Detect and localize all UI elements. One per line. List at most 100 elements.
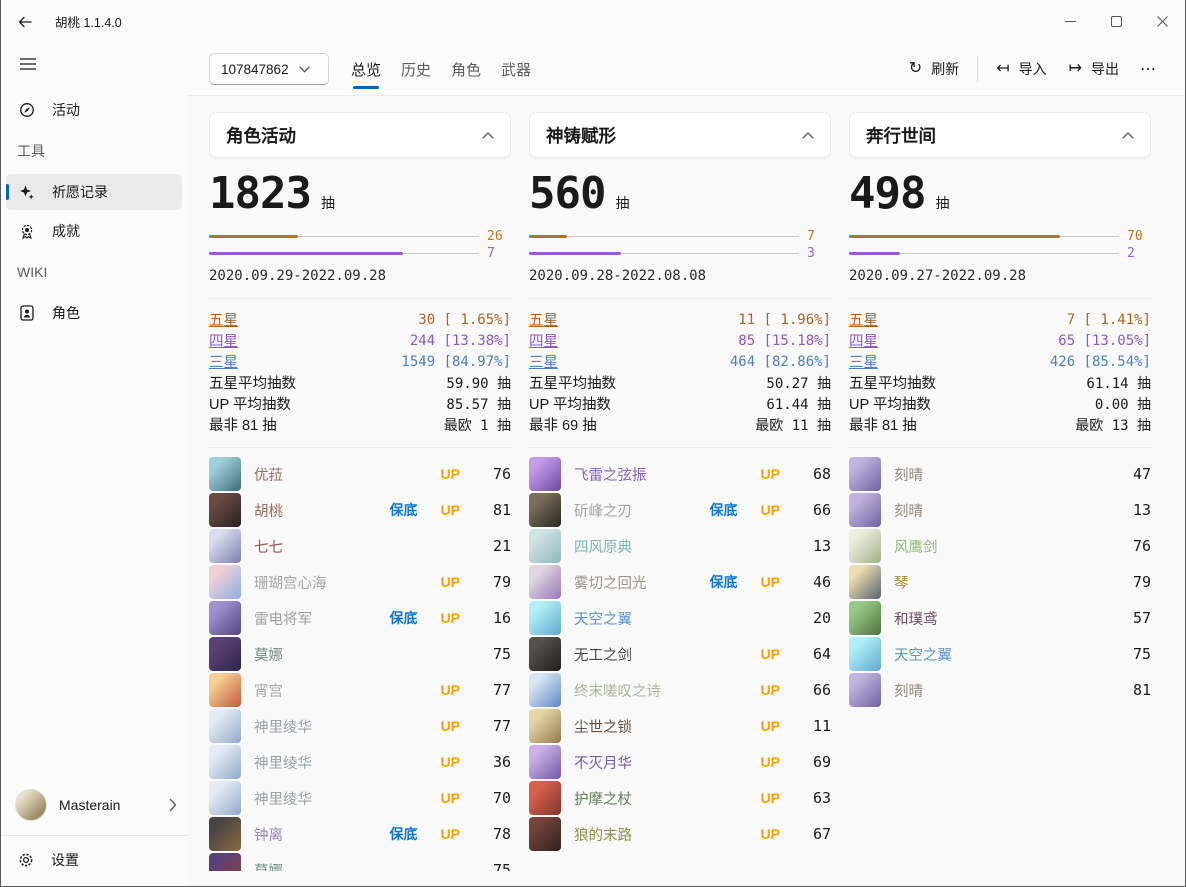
rarity-link[interactable]: 五星: [209, 309, 418, 330]
list-item[interactable]: 刻晴13: [849, 492, 1151, 528]
average-stat-row: 五星平均抽数61.14 抽: [849, 372, 1151, 393]
pity-badge: 保底: [390, 608, 418, 628]
list-item[interactable]: 天空之翼75: [849, 636, 1151, 672]
sidebar-item-settings[interactable]: 设置: [1, 840, 187, 880]
list-item[interactable]: 琴79: [849, 564, 1151, 600]
list-item[interactable]: 神里绫华UP36: [209, 744, 511, 780]
rarity-link[interactable]: 四星: [849, 330, 1058, 351]
gauge-fill: [849, 252, 900, 255]
up-badge: UP: [761, 718, 780, 734]
rarity-value: 85 [15.18%]: [738, 333, 831, 349]
list-item[interactable]: 风鹰剑76: [849, 528, 1151, 564]
more-button[interactable]: ⋯: [1130, 53, 1167, 85]
item-avatar: [529, 745, 561, 779]
worst-pull-label: 最非 81 抽: [849, 414, 1075, 435]
worst-pull-label: 最非 81 抽: [209, 414, 444, 435]
user-account-row[interactable]: Masterain: [1, 779, 187, 831]
import-button[interactable]: ↤ 导入: [985, 53, 1057, 85]
item-avatar: [849, 565, 881, 599]
item-count: 36: [483, 753, 511, 771]
stats-block: 五星30 [ 1.65%]四星244 [13.38%]三星1549 [84.97…: [209, 309, 511, 435]
list-item[interactable]: 护摩之杖UP63: [529, 780, 831, 816]
up-badge: UP: [761, 754, 780, 770]
list-item[interactable]: 珊瑚宫心海UP79: [209, 564, 511, 600]
list-item[interactable]: 刻晴81: [849, 672, 1151, 708]
rarity-link[interactable]: 四星: [209, 330, 410, 351]
sidebar-item-characters[interactable]: 角色: [6, 295, 182, 331]
list-item[interactable]: 雾切之回光保底UP46: [529, 564, 831, 600]
sidebar-item-achievements[interactable]: 成就: [6, 213, 182, 249]
minimize-icon: [1065, 16, 1076, 27]
item-name: 刻晴: [894, 464, 1100, 485]
tab-history[interactable]: 历史: [399, 43, 433, 95]
main-area: 107847862 总览 历史 角色 武器 ↻ 刷新 ↤ 导入 ↦ 导出: [187, 43, 1185, 886]
pity-badge: 保底: [390, 824, 418, 844]
list-item[interactable]: 尘世之锁UP11: [529, 708, 831, 744]
tab-overview[interactable]: 总览: [349, 43, 383, 95]
up-badge: UP: [441, 718, 460, 734]
list-item[interactable]: 刻晴47: [849, 456, 1151, 492]
maximize-button[interactable]: [1093, 4, 1139, 40]
divider: [529, 298, 831, 299]
list-item[interactable]: 七七21: [209, 528, 511, 564]
item-count: 77: [483, 717, 511, 735]
item-count: 75: [483, 645, 511, 663]
divider: [529, 447, 831, 448]
list-item[interactable]: 宵宫UP77: [209, 672, 511, 708]
list-item[interactable]: 莫娜75: [209, 636, 511, 672]
item-name: 斫峰之刃: [574, 500, 687, 521]
back-button[interactable]: [9, 6, 41, 38]
list-item[interactable]: 优菈UP76: [209, 456, 511, 492]
rarity-link[interactable]: 四星: [529, 330, 738, 351]
close-button[interactable]: [1139, 4, 1185, 40]
list-item[interactable]: 钟离保底UP78: [209, 816, 511, 852]
list-item[interactable]: 雷电将军保底UP16: [209, 600, 511, 636]
gauge-value: 7: [807, 229, 831, 244]
up-badge: UP: [761, 826, 780, 842]
list-item[interactable]: 四风原典13: [529, 528, 831, 564]
item-name: 雷电将军: [254, 608, 367, 629]
banner-title: 奔行世间: [866, 123, 1122, 148]
list-item[interactable]: 不灭月华UP69: [529, 744, 831, 780]
banner-title: 角色活动: [226, 123, 482, 148]
list-item[interactable]: 斫峰之刃保底UP66: [529, 492, 831, 528]
list-item[interactable]: 无工之剑UP64: [529, 636, 831, 672]
tab-characters[interactable]: 角色: [449, 43, 483, 95]
rarity-link[interactable]: 五星: [849, 309, 1067, 330]
export-button[interactable]: ↦ 导出: [1058, 53, 1130, 85]
account-selector[interactable]: 107847862: [209, 53, 329, 85]
list-item[interactable]: 狼的末路UP67: [529, 816, 831, 852]
banner-card-header[interactable]: 角色活动: [209, 112, 511, 158]
banner-column: 奔行世间498抽7022020.09.27-2022.09.28五星7 [ 1.…: [849, 112, 1151, 871]
list-item[interactable]: 天空之翼20: [529, 600, 831, 636]
list-item[interactable]: 终末嗟叹之诗UP66: [529, 672, 831, 708]
rarity-link[interactable]: 三星: [529, 351, 730, 372]
average-stat-row: 五星平均抽数59.90 抽: [209, 372, 511, 393]
list-item[interactable]: 神里绫华UP77: [209, 708, 511, 744]
item-name: 狼的末路: [574, 824, 738, 845]
list-item[interactable]: 神里绫华UP70: [209, 780, 511, 816]
list-item[interactable]: 飞雷之弦振UP68: [529, 456, 831, 492]
item-name: 琴: [894, 572, 1100, 593]
window-title: 胡桃 1.1.4.0: [55, 12, 122, 31]
sidebar-item-label: 角色: [52, 303, 80, 323]
titlebar: 胡桃 1.1.4.0: [1, 0, 1185, 43]
list-item[interactable]: 胡桃保底UP81: [209, 492, 511, 528]
sidebar-item-activity[interactable]: 活动: [6, 92, 182, 128]
banner-card-header[interactable]: 奔行世间: [849, 112, 1151, 158]
tab-weapons[interactable]: 武器: [499, 43, 533, 95]
rarity-link[interactable]: 三星: [209, 351, 401, 372]
sidebar-item-wish-records[interactable]: 祈愿记录: [6, 174, 182, 210]
minimize-button[interactable]: [1047, 4, 1093, 40]
item-name: 天空之翼: [894, 644, 1100, 665]
pity-gauges: 702: [849, 228, 1151, 262]
rarity-link[interactable]: 三星: [849, 351, 1050, 372]
banner-card-header[interactable]: 神铸赋形: [529, 112, 831, 158]
list-item[interactable]: 和璞鸢57: [849, 600, 1151, 636]
hamburger-menu-button[interactable]: [11, 49, 45, 79]
gauge-track: [209, 236, 479, 237]
refresh-button[interactable]: ↻ 刷新: [898, 53, 970, 85]
banner-title: 神铸赋形: [546, 123, 802, 148]
rarity-link[interactable]: 五星: [529, 309, 738, 330]
list-item[interactable]: 莫娜75: [209, 852, 511, 871]
